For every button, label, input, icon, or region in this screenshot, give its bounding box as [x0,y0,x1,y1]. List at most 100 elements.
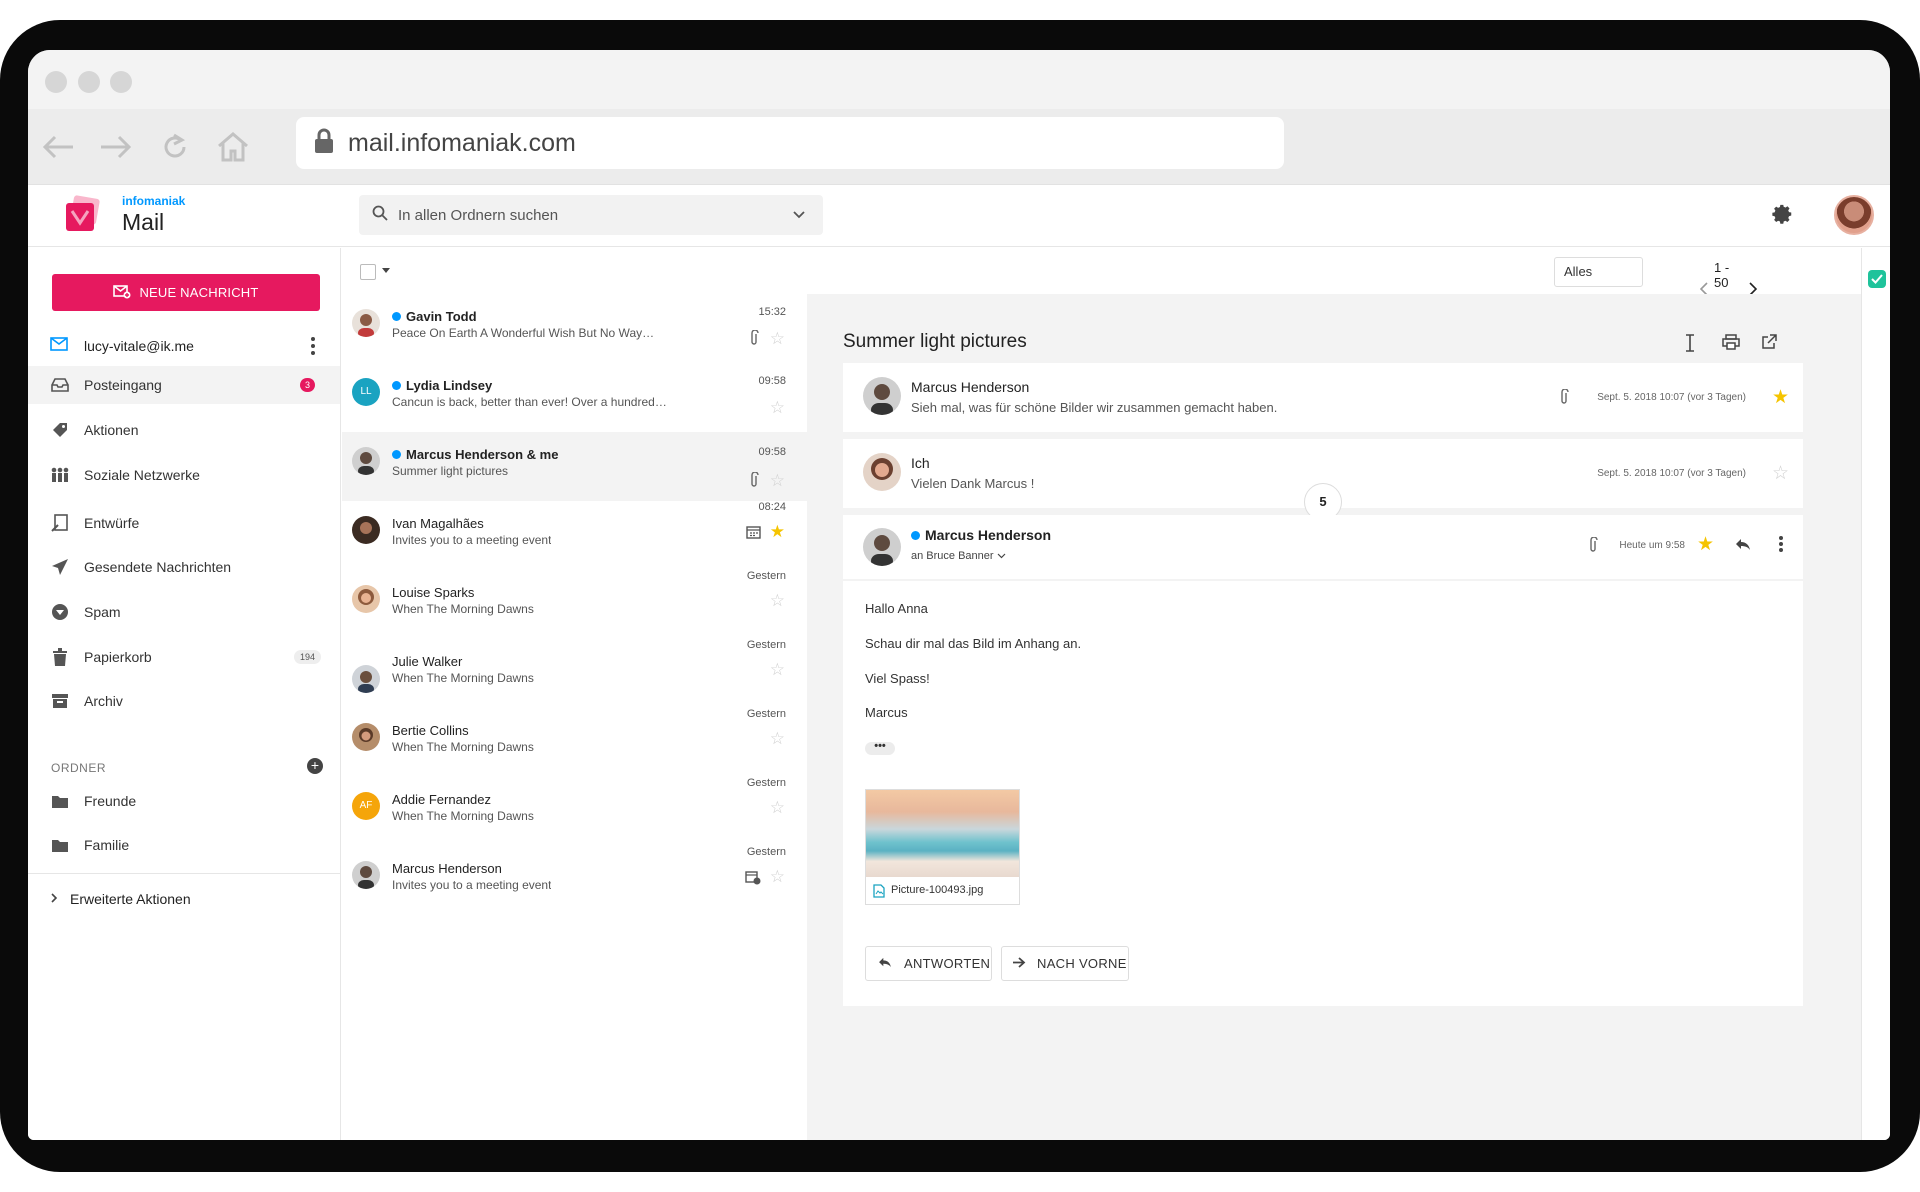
subject-preview: When The Morning Dawns [392,809,534,823]
sidebar-item-archiv[interactable]: Archiv [28,682,340,720]
star-icon-active[interactable]: ★ [1697,535,1714,554]
window-zoom-dot[interactable] [110,71,132,93]
list-item[interactable]: Gavin Todd Peace On Earth A Wonderful Wi… [342,294,807,363]
gear-icon[interactable] [1772,203,1794,230]
sidebar-item-posteingang[interactable]: Posteingang 3 [28,366,340,404]
search-icon [372,205,388,226]
star-icon[interactable]: ☆ [770,730,785,747]
star-icon[interactable]: ☆ [1772,464,1789,483]
account-row[interactable]: lucy-vitale@ik.me [28,331,341,361]
select-dropdown-icon[interactable] [382,268,390,273]
attachment-filename: Picture-100493.jpg [891,884,984,896]
sidebar-item-label: Archiv [84,693,123,709]
avatar [352,585,380,613]
address-bar[interactable]: mail.infomaniak.com [296,117,1284,169]
unread-dot [392,381,401,390]
star-icon[interactable]: ☆ [770,472,785,489]
folder-item-freunde[interactable]: Freunde [28,782,340,820]
star-icon-active[interactable]: ★ [1772,388,1789,407]
reload-icon[interactable] [155,127,195,167]
text-cursor-icon[interactable] [1684,334,1696,357]
sidebar-item-label: Aktionen [84,422,139,438]
list-item[interactable]: Bertie Collins When The Morning Dawns Ge… [342,708,807,777]
avatar [863,528,901,566]
star-icon[interactable]: ☆ [770,661,785,678]
trash-icon [50,647,70,667]
list-item[interactable]: Julie Walker When The Morning Dawns Gest… [342,639,807,708]
forward-button[interactable]: NACH VORNE [1001,946,1129,981]
filter-all-messages-button[interactable]: Alles Nachrichten [1554,257,1644,307]
forward-icon[interactable] [96,127,136,167]
sidebar-item-spam[interactable]: Spam [28,593,340,631]
browser-toolbar: mail.infomaniak.com [28,109,1890,185]
time: Gestern [746,708,786,720]
count-badge: 194 [294,650,322,664]
attachment-image [866,790,1019,877]
search-input[interactable]: In allen Ordnern suchen [359,195,823,235]
attachment-thumbnail[interactable]: Picture-100493.jpg [865,789,1020,905]
window-minimize-dot[interactable] [78,71,100,93]
calendar-clock-icon [745,870,761,890]
open-external-icon[interactable] [1761,334,1777,355]
star-icon[interactable]: ☆ [770,399,785,416]
sender: Lydia Lindsey [392,378,492,393]
list-item[interactable]: Ivan Magalhães Invites you to a meeting … [342,501,807,570]
more-vertical-icon[interactable] [1779,536,1783,557]
folder-item-familie[interactable]: Familie [28,826,340,864]
avatar [863,377,901,415]
time: 09:58 [758,446,786,458]
list-item[interactable]: AF Addie Fernandez When The Morning Dawn… [342,777,807,846]
more-vertical-icon[interactable] [311,337,315,355]
account-email: lucy-vitale@ik.me [84,338,194,354]
attachment-icon [749,471,759,493]
list-item[interactable]: LL Lydia Lindsey Cancun is back, better … [342,363,807,432]
new-message-button[interactable]: NEUE NACHRICHT [52,274,320,311]
thread-message[interactable]: Marcus Henderson Sieh mal, was für schön… [843,363,1803,432]
inbox-icon [50,375,70,395]
compose-icon [113,283,131,302]
back-icon[interactable] [38,127,78,167]
subject-preview: When The Morning Dawns [392,602,534,616]
sidebar-item-entwuerfe[interactable]: Entwürfe [28,504,340,542]
window-close-dot[interactable] [45,71,67,93]
body-line: Schau dir mal das Bild im Anhang an. [865,636,1082,651]
folders-title: ORDNER [51,761,107,775]
star-icon[interactable]: ☆ [770,799,785,816]
reply-icon[interactable] [1735,538,1751,556]
list-item[interactable]: Louise Sparks When The Morning Dawns Ges… [342,570,807,639]
list-item-selected[interactable]: Marcus Henderson & me Summer light pictu… [342,432,807,501]
user-avatar[interactable] [1834,195,1874,235]
star-icon[interactable]: ☆ [770,330,785,347]
subject-preview: When The Morning Dawns [392,671,534,685]
send-icon [50,557,70,577]
star-icon[interactable]: ☆ [770,592,785,609]
new-message-label: NEUE NACHRICHT [139,285,259,300]
reply-button[interactable]: ANTWORTEN [865,946,992,981]
star-icon-active[interactable]: ★ [770,523,785,540]
lock-icon [314,128,334,159]
security-check-icon[interactable] [1868,270,1886,288]
avatar [352,447,380,475]
title-bar [28,50,1890,109]
sidebar-item-papierkorb[interactable]: Papierkorb 194 [28,638,340,676]
advanced-actions-toggle[interactable]: Erweiterte Aktionen [28,880,340,918]
add-folder-icon[interactable]: + [307,758,323,774]
avatar-initials: LL [352,378,380,406]
home-icon[interactable] [213,127,253,167]
chevron-down-icon[interactable] [793,206,805,224]
select-all-checkbox[interactable] [360,264,376,280]
sender: Ivan Magalhães [392,516,484,531]
show-quoted-button[interactable]: ••• [865,741,895,755]
avatar [352,309,380,337]
star-icon[interactable]: ☆ [770,868,785,885]
thread-date: Sept. 5. 2018 10:07 (vor 3 Tagen) [1597,392,1746,403]
recipient-toggle[interactable]: an Bruce Banner [911,550,1006,562]
open-message-body: Hallo Anna Schau dir mal das Bild im Anh… [843,581,1803,1006]
print-icon[interactable] [1722,334,1740,355]
brand-name: infomaniak [122,194,186,208]
sidebar-item-gesendete[interactable]: Gesendete Nachrichten [28,548,340,586]
time: Gestern [746,639,786,651]
sidebar-item-aktionen[interactable]: Aktionen [28,411,340,449]
list-item[interactable]: Marcus Henderson Invites you to a meetin… [342,846,807,915]
sidebar-item-soziale-netzwerke[interactable]: Soziale Netzwerke [28,456,340,494]
